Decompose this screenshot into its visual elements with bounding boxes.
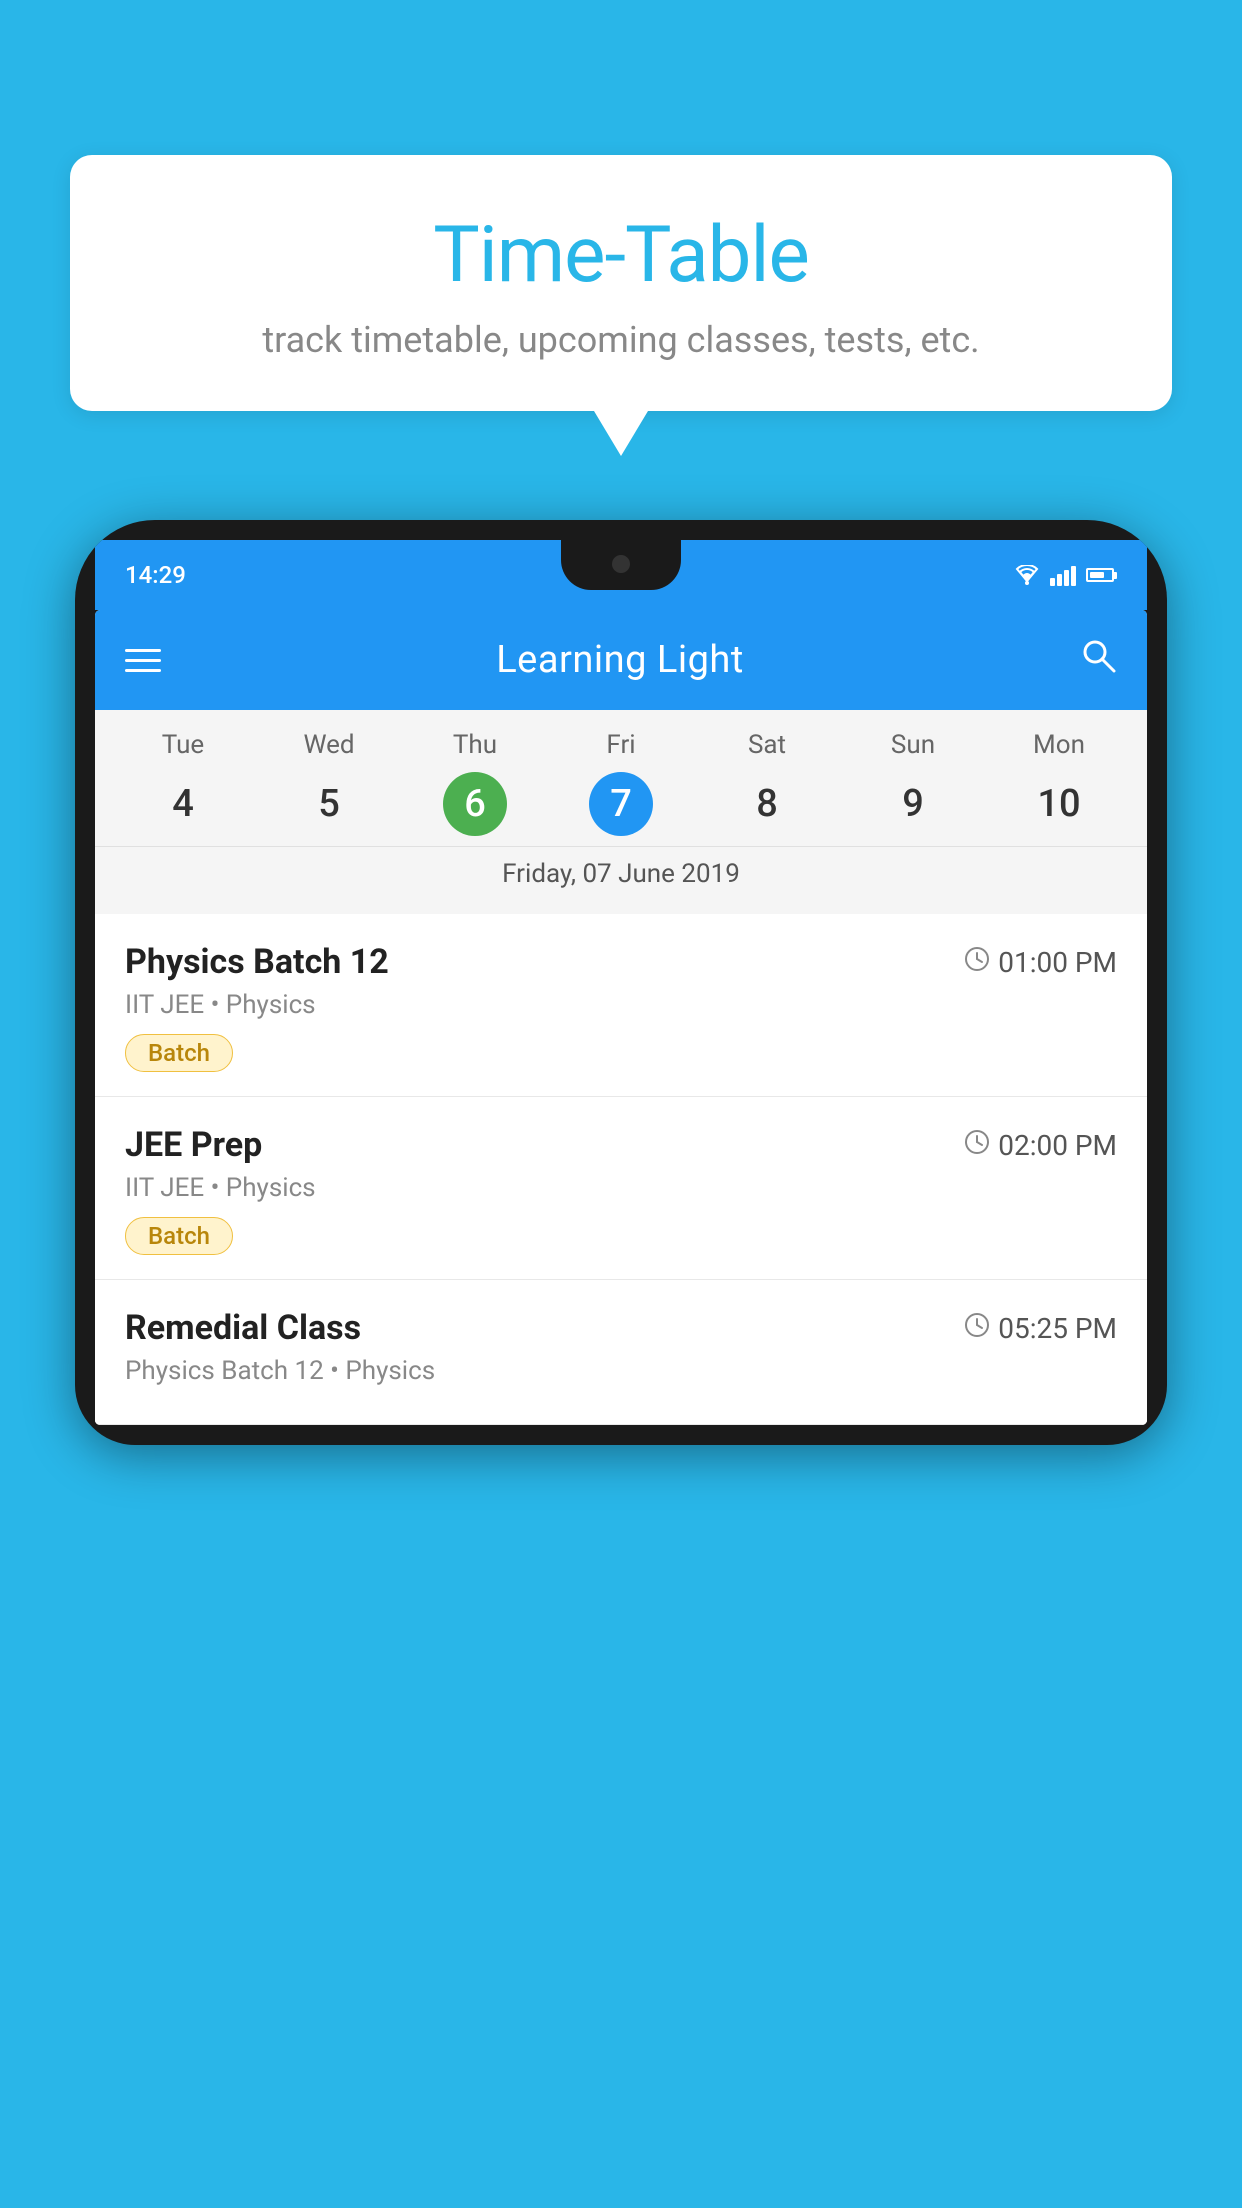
schedule-item-title: JEE Prep	[125, 1125, 262, 1165]
battery-icon	[1086, 568, 1117, 582]
batch-tag: Batch	[125, 1217, 233, 1255]
wifi-icon	[1014, 565, 1040, 585]
day-number[interactable]: 9	[881, 772, 945, 836]
schedule-item-subtitle: IIT JEE • Physics	[125, 990, 1117, 1020]
hamburger-menu-button[interactable]	[125, 649, 161, 672]
phone-outer: 14:29	[75, 520, 1167, 1445]
status-time: 14:29	[125, 561, 186, 589]
phone-mockup: 14:29	[75, 520, 1167, 2208]
day-number[interactable]: 5	[297, 772, 361, 836]
days-row: Tue 4 Wed 5 Thu 6 Fri 7 Sat 8 Sun 9 Mon 10	[95, 730, 1147, 836]
schedule-item-subtitle: IIT JEE • Physics	[125, 1173, 1117, 1203]
app-title: Learning Light	[496, 638, 744, 682]
day-label: Sat	[748, 730, 786, 760]
signal-icon	[1050, 564, 1076, 586]
schedule-item-time-text: 02:00 PM	[998, 1129, 1117, 1162]
speech-bubble-container: Time-Table track timetable, upcoming cla…	[70, 155, 1172, 411]
clock-icon	[964, 946, 990, 979]
day-number[interactable]: 8	[735, 772, 799, 836]
speech-bubble-title: Time-Table	[120, 210, 1122, 301]
schedule-item-title: Physics Batch 12	[125, 942, 389, 982]
day-label: Wed	[303, 730, 354, 760]
calendar-day-5[interactable]: Wed 5	[256, 730, 402, 836]
calendar-day-7[interactable]: Fri 7	[548, 730, 694, 836]
clock-icon	[964, 1312, 990, 1345]
selected-date-label: Friday, 07 June 2019	[95, 846, 1147, 904]
day-number[interactable]: 6	[443, 772, 507, 836]
phone-screen: Learning Light Tue4Wed5Thu6Fri7Sat8Sun9M…	[95, 610, 1147, 1425]
schedule-list: Physics Batch 12 01:00 PM IIT JEE • Physic…	[95, 914, 1147, 1425]
notch	[561, 540, 681, 590]
calendar-strip: Tue 4 Wed 5 Thu 6 Fri 7 Sat 8 Sun 9 Mon 10 Friday, 07…	[95, 710, 1147, 914]
speech-bubble: Time-Table track timetable, upcoming cla…	[70, 155, 1172, 411]
schedule-item-title: Remedial Class	[125, 1308, 361, 1348]
day-label: Fri	[606, 730, 635, 760]
day-number[interactable]: 7	[589, 772, 653, 836]
speech-bubble-subtitle: track timetable, upcoming classes, tests…	[120, 319, 1122, 361]
schedule-item-2[interactable]: Remedial Class 05:25 PM Physics Batch 12 •…	[95, 1280, 1147, 1425]
notch-camera	[612, 555, 630, 573]
schedule-item-time-text: 05:25 PM	[998, 1312, 1117, 1345]
day-label: Thu	[453, 730, 497, 760]
day-label: Tue	[162, 730, 204, 760]
clock-icon	[964, 1129, 990, 1162]
calendar-day-4[interactable]: Tue 4	[110, 730, 256, 836]
batch-tag: Batch	[125, 1034, 233, 1072]
status-bar: 14:29	[95, 540, 1147, 610]
calendar-day-6[interactable]: Thu 6	[402, 730, 548, 836]
app-bar: Learning Light	[95, 610, 1147, 710]
day-label: Mon	[1033, 730, 1085, 760]
status-icons	[1014, 564, 1117, 586]
search-button[interactable]	[1079, 636, 1117, 684]
calendar-day-8[interactable]: Sat 8	[694, 730, 840, 836]
schedule-item-subtitle: Physics Batch 12 • Physics	[125, 1356, 1117, 1386]
day-number[interactable]: 10	[1027, 772, 1091, 836]
schedule-item-0[interactable]: Physics Batch 12 01:00 PM IIT JEE • Physic…	[95, 914, 1147, 1097]
calendar-day-9[interactable]: Sun 9	[840, 730, 986, 836]
schedule-item-time-text: 01:00 PM	[998, 946, 1117, 979]
schedule-item-1[interactable]: JEE Prep 02:00 PM IIT JEE • Physics Batch	[95, 1097, 1147, 1280]
day-number[interactable]: 4	[151, 772, 215, 836]
calendar-day-10[interactable]: Mon 10	[986, 730, 1132, 836]
day-label: Sun	[891, 730, 935, 760]
